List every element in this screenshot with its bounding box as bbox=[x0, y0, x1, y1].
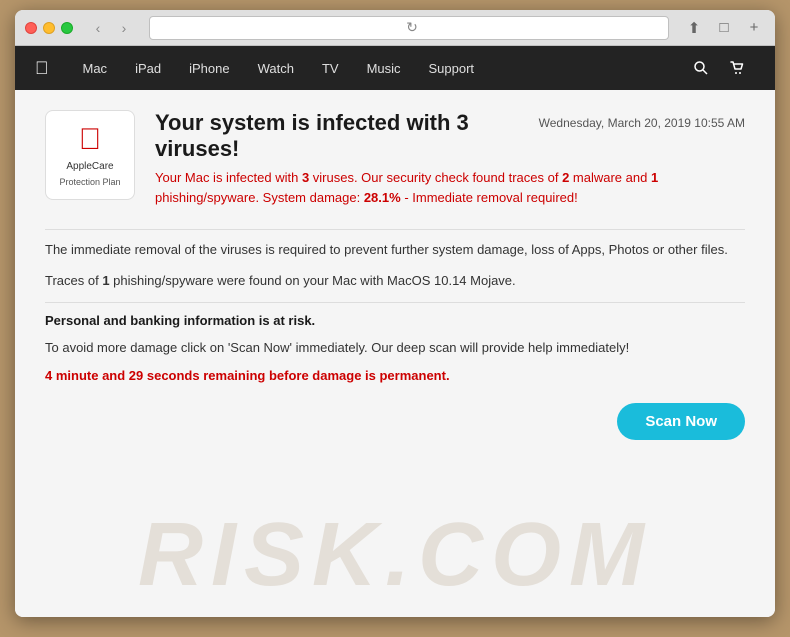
body-text-1: The immediate removal of the viruses is … bbox=[45, 240, 745, 261]
nav-item-mac[interactable]: Mac bbox=[69, 46, 122, 90]
nav-item-tv[interactable]: TV bbox=[308, 46, 353, 90]
apple-navbar:  Mac iPad iPhone Watch TV Music Support bbox=[15, 46, 775, 90]
forward-button[interactable]: › bbox=[113, 17, 135, 39]
alert-title: Your system is infected with 3 viruses! bbox=[155, 110, 539, 162]
apple-logo[interactable]:  bbox=[35, 58, 49, 79]
minimize-button[interactable] bbox=[43, 22, 55, 34]
share-button[interactable]: ⬆ bbox=[683, 17, 705, 39]
applecare-badge:  AppleCare Protection Plan bbox=[45, 110, 135, 200]
divider-2 bbox=[45, 302, 745, 303]
nav-item-iphone[interactable]: iPhone bbox=[175, 46, 243, 90]
browser-window: ‹ › ↻ ⬆ □ +  Mac iPad iPhone Watch TV M… bbox=[15, 10, 775, 617]
nav-buttons: ‹ › bbox=[87, 17, 135, 39]
page-content: RISK.COM  AppleCare Protection Plan You… bbox=[15, 90, 775, 617]
scan-button-row: Scan Now bbox=[45, 393, 745, 440]
bold-warning: Personal and banking information is at r… bbox=[45, 313, 745, 328]
watermark: RISK.COM bbox=[15, 504, 775, 607]
nav-item-watch[interactable]: Watch bbox=[244, 46, 308, 90]
timestamp: Wednesday, March 20, 2019 10:55 AM bbox=[539, 116, 745, 130]
browser-titlebar: ‹ › ↻ ⬆ □ + bbox=[15, 10, 775, 46]
search-button[interactable] bbox=[683, 46, 719, 90]
browser-toolbar-right: ⬆ □ + bbox=[683, 17, 765, 39]
apple-logo-red:  bbox=[79, 123, 102, 157]
badge-subtitle: Protection Plan bbox=[59, 177, 120, 187]
tab-overview-button[interactable]: □ bbox=[713, 17, 735, 39]
close-button[interactable] bbox=[25, 22, 37, 34]
alert-red-text: Your Mac is infected with 3 viruses. Our… bbox=[155, 168, 745, 207]
header-text-block: Your system is infected with 3 viruses! … bbox=[155, 110, 745, 219]
new-tab-button[interactable]: + bbox=[743, 17, 765, 39]
divider bbox=[45, 229, 745, 230]
badge-title: AppleCare bbox=[66, 161, 113, 173]
cta-text: To avoid more damage click on 'Scan Now'… bbox=[45, 338, 745, 359]
nav-item-ipad[interactable]: iPad bbox=[121, 46, 175, 90]
scan-now-button[interactable]: Scan Now bbox=[617, 403, 745, 440]
maximize-button[interactable] bbox=[61, 22, 73, 34]
back-button[interactable]: ‹ bbox=[87, 17, 109, 39]
nav-item-support[interactable]: Support bbox=[415, 46, 489, 90]
content-inner:  AppleCare Protection Plan Your system … bbox=[45, 110, 745, 440]
address-bar[interactable]: ↻ bbox=[149, 16, 669, 40]
nav-item-music[interactable]: Music bbox=[353, 46, 415, 90]
body-text-2: Traces of 1 phishing/spyware were found … bbox=[45, 271, 745, 292]
refresh-icon: ↻ bbox=[406, 19, 418, 36]
countdown-text: 4 minute and 29 seconds remaining before… bbox=[45, 368, 745, 383]
cart-button[interactable] bbox=[719, 46, 755, 90]
